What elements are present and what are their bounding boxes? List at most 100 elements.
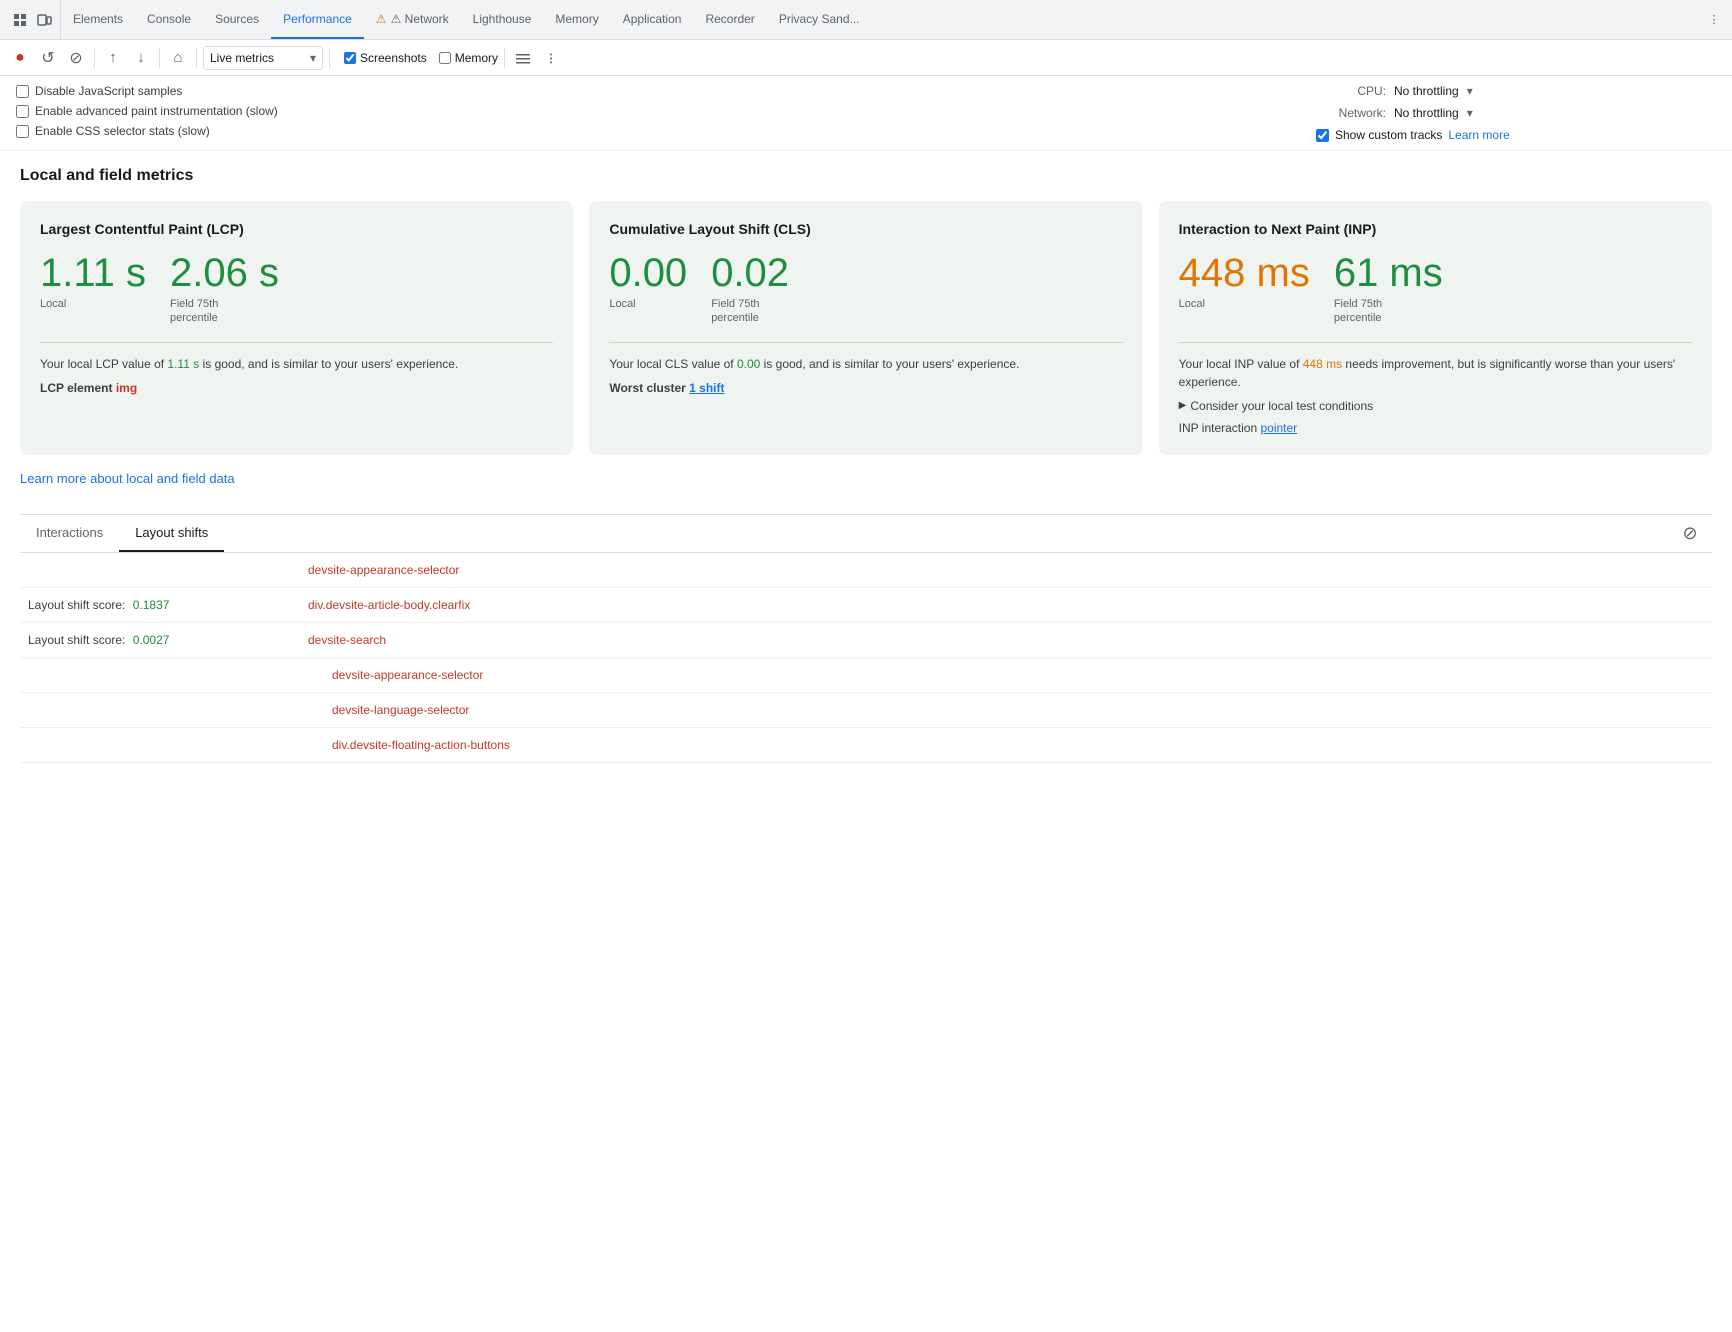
custom-tracks-row: Show custom tracks Learn more: [1316, 128, 1716, 142]
section-title: Local and field metrics: [20, 167, 1712, 185]
tab-layout-shifts[interactable]: Layout shifts: [119, 515, 224, 552]
cls-title: Cumulative Layout Shift (CLS): [609, 221, 1122, 237]
clear-table-button[interactable]: ⊘: [1676, 519, 1704, 547]
table-row: Layout shift score: 0.1837 div.devsite-a…: [20, 587, 1712, 622]
learn-more-link[interactable]: Learn more: [1448, 128, 1509, 142]
lcp-field-value: 2.06 s: [170, 253, 279, 293]
cpu-throttle-dropdown[interactable]: No throttling ▾: [1394, 84, 1473, 98]
divider-5: [504, 48, 505, 68]
flame-chart-button[interactable]: [511, 46, 535, 70]
divider-2: [159, 48, 160, 68]
inp-card: Interaction to Next Paint (INP) 448 ms L…: [1159, 201, 1712, 455]
disable-js-samples-checkbox[interactable]: [16, 85, 29, 98]
element-name[interactable]: devsite-language-selector: [332, 703, 469, 717]
tab-bar: Elements Console Sources Performance ⚠ ⚠…: [0, 0, 1732, 40]
triangle-icon: ▶: [1179, 400, 1187, 411]
element-name[interactable]: div.devsite-floating-action-buttons: [332, 738, 510, 752]
element-cell: div.devsite-article-body.clearfix: [300, 587, 1712, 622]
download-button[interactable]: ↓: [129, 46, 153, 70]
element-name[interactable]: div.devsite-article-body.clearfix: [308, 598, 470, 612]
tab-lighthouse[interactable]: Lighthouse: [461, 0, 544, 39]
table-row: Layout shift score: 0.0027 devsite-searc…: [20, 622, 1712, 657]
learn-more-field-link[interactable]: Learn more about local and field data: [20, 471, 235, 486]
score-cell: Layout shift score: 0.1837: [20, 587, 300, 622]
upload-button[interactable]: ↑: [101, 46, 125, 70]
custom-tracks-checkbox[interactable]: [1316, 129, 1329, 142]
devtools-cursor-icon[interactable]: [10, 10, 30, 30]
divider-4: [329, 48, 330, 68]
settings-icon[interactable]: ⋮: [1704, 10, 1724, 30]
inp-field-label: Field 75thpercentile: [1334, 297, 1443, 326]
element-cell: devsite-appearance-selector: [300, 553, 1712, 588]
lcp-local-label: Local: [40, 297, 146, 311]
inp-pointer-link[interactable]: pointer: [1260, 421, 1297, 435]
inp-highlight: 448 ms: [1303, 357, 1342, 371]
tab-memory[interactable]: Memory: [543, 0, 610, 39]
disable-js-samples-setting[interactable]: Disable JavaScript samples: [16, 84, 1316, 98]
element-name[interactable]: devsite-appearance-selector: [308, 563, 459, 577]
devtools-icons: [4, 0, 61, 39]
cls-worst-cluster-link[interactable]: 1 shift: [689, 381, 724, 395]
tab-elements[interactable]: Elements: [61, 0, 135, 39]
network-throttle-dropdown[interactable]: No throttling ▾: [1394, 106, 1473, 120]
main-content: Local and field metrics Largest Contentf…: [0, 151, 1732, 779]
tab-application[interactable]: Application: [611, 0, 694, 39]
tab-recorder[interactable]: Recorder: [693, 0, 766, 39]
tab-network[interactable]: ⚠ ⚠ Network: [364, 0, 461, 39]
element-cell: devsite-appearance-selector: [300, 657, 1712, 692]
advanced-paint-checkbox[interactable]: [16, 105, 29, 118]
inp-interaction: INP interaction pointer: [1179, 421, 1692, 435]
element-cell: devsite-search: [300, 622, 1712, 657]
lcp-title: Largest Contentful Paint (LCP): [40, 221, 553, 237]
memory-checkbox[interactable]: [439, 52, 451, 64]
lcp-element: LCP element img: [40, 381, 553, 395]
tab-sources[interactable]: Sources: [203, 0, 271, 39]
lcp-values: 1.11 s Local 2.06 s Field 75thpercentile: [40, 253, 553, 326]
inp-collapsible[interactable]: ▶ Consider your local test conditions: [1179, 399, 1692, 413]
bottom-tabs: Interactions Layout shifts ⊘ devsite-app…: [20, 514, 1712, 763]
score-cell: [20, 553, 300, 588]
element-name[interactable]: devsite-search: [308, 633, 386, 647]
warning-icon: ⚠: [376, 12, 387, 26]
layout-shifts-table: devsite-appearance-selector Layout shift…: [20, 553, 1712, 763]
home-button[interactable]: ⌂: [166, 46, 190, 70]
inp-divider: [1179, 342, 1692, 343]
inp-local-label: Local: [1179, 297, 1310, 311]
cls-local-value: 0.00: [609, 253, 687, 293]
tab-interactions[interactable]: Interactions: [20, 515, 119, 552]
element-name[interactable]: devsite-appearance-selector: [332, 668, 483, 682]
tab-console[interactable]: Console: [135, 0, 203, 39]
screenshots-checkbox-group[interactable]: Screenshots: [344, 51, 427, 65]
css-selector-setting[interactable]: Enable CSS selector stats (slow): [16, 124, 1316, 138]
advanced-paint-setting[interactable]: Enable advanced paint instrumentation (s…: [16, 104, 1316, 118]
inp-field-value: 61 ms: [1334, 253, 1443, 293]
cls-desc: Your local CLS value of 0.00 is good, an…: [609, 355, 1122, 373]
live-metrics-dropdown[interactable]: Live metrics ▾: [203, 46, 323, 70]
css-selector-checkbox[interactable]: [16, 125, 29, 138]
inp-title: Interaction to Next Paint (INP): [1179, 221, 1692, 237]
memory-checkbox-group[interactable]: Memory: [439, 51, 498, 65]
tab-privacy-sandbox[interactable]: Privacy Sand...: [767, 0, 872, 39]
lcp-highlight: 1.11 s: [167, 357, 199, 371]
cls-local: 0.00 Local: [609, 253, 687, 326]
clear-button[interactable]: ⊘: [64, 46, 88, 70]
inp-local-value: 448 ms: [1179, 253, 1310, 293]
table-row: div.devsite-floating-action-buttons: [20, 727, 1712, 762]
inp-field: 61 ms Field 75thpercentile: [1334, 253, 1443, 326]
cls-field-value: 0.02: [711, 253, 789, 293]
devtools-device-icon[interactable]: [34, 10, 54, 30]
screenshots-checkbox[interactable]: [344, 52, 356, 64]
settings-right: CPU: No throttling ▾ Network: No throttl…: [1316, 84, 1716, 142]
lcp-card: Largest Contentful Paint (LCP) 1.11 s Lo…: [20, 201, 573, 455]
cls-field: 0.02 Field 75thpercentile: [711, 253, 789, 326]
lcp-element-tag[interactable]: img: [116, 381, 137, 395]
tab-performance[interactable]: Performance: [271, 0, 364, 39]
toolbar: ● ↺ ⊘ ↑ ↓ ⌂ Live metrics ▾ Screenshots M…: [0, 40, 1732, 76]
record-button[interactable]: ●: [8, 46, 32, 70]
reload-button[interactable]: ↺: [36, 46, 60, 70]
more-options-button[interactable]: [539, 46, 563, 70]
network-chevron-icon: ▾: [1467, 106, 1473, 120]
settings-left: Disable JavaScript samples Enable advanc…: [16, 84, 1316, 142]
score-cell: [20, 727, 300, 762]
cls-element: Worst cluster 1 shift: [609, 381, 1122, 395]
